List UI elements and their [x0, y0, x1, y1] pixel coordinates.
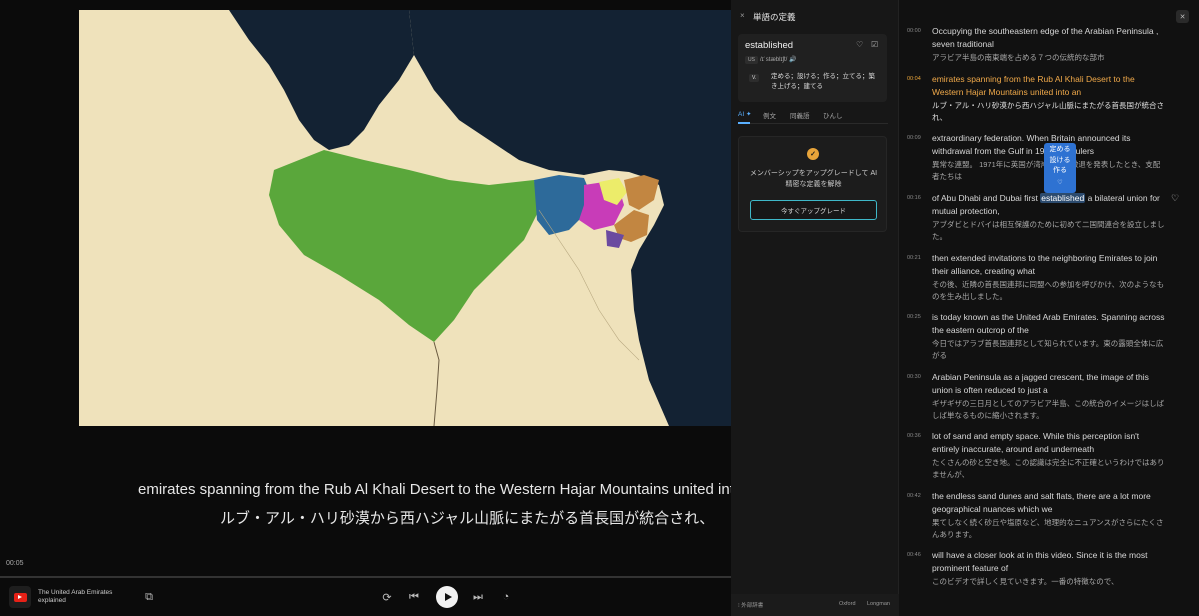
- oxford-link[interactable]: Oxford: [839, 601, 856, 607]
- video-player[interactable]: emirates spanning from the Rub Al Khali …: [0, 0, 731, 616]
- tab-ai[interactable]: AI ✦: [738, 110, 751, 118]
- transcript-panel: ✕ 00:00 Occupying the southeastern edge …: [899, 0, 1199, 616]
- timestamp[interactable]: 00:09: [907, 135, 921, 141]
- close-icon[interactable]: ×: [740, 11, 745, 20]
- definition: 定める；設ける；作る；立てる；築き上げる；建てる: [771, 73, 875, 90]
- definition-popup[interactable]: 定める 設ける 作る ♡: [1044, 143, 1076, 193]
- word-headword: established: [745, 40, 794, 51]
- subtitle-english[interactable]: emirates spanning from the Rub Al Khali …: [0, 481, 731, 498]
- timestamp[interactable]: 00:30: [907, 374, 921, 380]
- segment-japanese: ギザギザの三日月としてのアラビア半島、この統合のイメージはしばしば単なるものに縮…: [932, 399, 1165, 420]
- external-dictionary-link[interactable]: ⁝ 外部辞書: [738, 601, 763, 609]
- dictionary-title: 単語の定義: [753, 12, 796, 22]
- pronunciation[interactable]: /ɪˈstæblɪʃt/ 🔊: [760, 56, 796, 63]
- word-card: established ♡ ☑ US /ɪˈstæblɪʃt/ 🔊 V. 定める…: [738, 34, 887, 102]
- next-icon[interactable]: ⏭: [469, 588, 487, 606]
- upgrade-text: メンバーシップをアップグレードして AI 精密な定義を解除: [749, 170, 878, 188]
- play-icon[interactable]: [436, 586, 458, 608]
- segment-japanese: このビデオで詳しく見ていきます。一番の特徴なので、: [932, 577, 1119, 586]
- checkbox-icon[interactable]: ☑: [871, 40, 878, 49]
- dictionary-panel: × 単語の定義 established ♡ ☑ US /ɪˈstæblɪʃt/ …: [731, 0, 899, 616]
- tab-synonyms[interactable]: 同義語: [790, 110, 810, 120]
- definition-tabs: AI ✦ 例文 同義語 ひんし: [738, 108, 888, 124]
- segment-japanese: たくさんの砂と空き地。この認識は完全に不正確というわけではありませんが、: [932, 458, 1165, 479]
- close-icon[interactable]: ✕: [1176, 10, 1189, 23]
- loop-icon[interactable]: ⟳: [378, 588, 396, 606]
- timestamp[interactable]: 00:36: [907, 433, 921, 439]
- part-of-speech: V.: [749, 74, 760, 82]
- segment-english[interactable]: will have a closer look at in this video…: [932, 549, 1167, 574]
- highlighted-word[interactable]: established: [1040, 193, 1086, 203]
- heart-icon[interactable]: ♡: [856, 40, 863, 49]
- subtitle-japanese[interactable]: ルブ・アル・ハリ砂漠から西ハジャル山脈にまたがる首長国が統合され、: [220, 507, 714, 528]
- subtitle-area: emirates spanning from the Rub Al Khali …: [0, 470, 731, 530]
- segment-japanese: 果てしなく続く砂丘や塩原など、地理的なニュアンスがさらにたくさんあります。: [932, 518, 1164, 539]
- longman-link[interactable]: Longman: [867, 601, 890, 607]
- prev-icon[interactable]: ⏮: [405, 588, 423, 606]
- player-controls: The United Arab Emirates explained ⧉ ⟳ ⏮…: [0, 578, 731, 616]
- timestamp[interactable]: 00:04: [907, 76, 921, 82]
- segment-english[interactable]: lot of sand and empty space. While this …: [932, 430, 1167, 455]
- youtube-icon[interactable]: [9, 586, 31, 608]
- segment-english[interactable]: Arabian Peninsula as a jagged crescent, …: [932, 371, 1167, 396]
- popup-def: 作る: [1053, 167, 1067, 174]
- app-root: emirates spanning from the Rub Al Khali …: [0, 0, 1199, 616]
- tab-underline: [738, 122, 750, 124]
- region-tag: US: [745, 56, 758, 64]
- segment-japanese: アブダビとドバイは相互保護のために初めて二国間連合を設立しました。: [932, 220, 1165, 241]
- video-title: The United Arab Emirates explained: [38, 589, 113, 604]
- map-image: [79, 10, 731, 426]
- segment-english[interactable]: emirates spanning from the Rub Al Khali …: [932, 73, 1167, 98]
- video-frame-map: [79, 10, 731, 426]
- speed-icon[interactable]: ◔: [497, 588, 515, 606]
- upgrade-card: ✓ メンバーシップをアップグレードして AI 精密な定義を解除 今すぐアップグレ…: [738, 136, 887, 232]
- segment-english[interactable]: Occupying the southeastern edge of the A…: [932, 25, 1167, 50]
- segment-english[interactable]: is today known as the United Arab Emirat…: [932, 311, 1167, 336]
- tab-examples[interactable]: 例文: [763, 110, 776, 120]
- dictionary-footer: ⁝ 外部辞書 Oxford Longman: [731, 594, 899, 616]
- popup-def: 設ける: [1049, 156, 1071, 164]
- tab-pos[interactable]: ひんし: [823, 110, 843, 120]
- timestamp[interactable]: 00:00: [907, 28, 921, 34]
- segment-text-pre: of Abu Dhabi and Dubai first: [932, 193, 1041, 203]
- segment-english[interactable]: the endless sand dunes and salt flats, t…: [932, 490, 1167, 515]
- segment-japanese: アラビア半島の南東端を占める７つの伝統的な部市: [932, 53, 1105, 62]
- heart-icon[interactable]: ♡: [1044, 178, 1076, 189]
- external-icon[interactable]: ⧉: [140, 588, 158, 606]
- upgrade-button[interactable]: 今すぐアップグレード: [750, 200, 877, 220]
- timestamp[interactable]: 00:25: [907, 314, 921, 320]
- segment-japanese: 今日ではアラブ首長国連邦として知られています。東の露頭全体に広がる: [932, 339, 1164, 360]
- segment-english[interactable]: then extended invitations to the neighbo…: [932, 252, 1167, 277]
- timestamp[interactable]: 00:16: [907, 195, 921, 201]
- badge-icon: ✓: [807, 148, 819, 160]
- segment-english[interactable]: of Abu Dhabi and Dubai first established…: [932, 192, 1167, 217]
- heart-icon[interactable]: ♡: [1171, 193, 1179, 204]
- segment-japanese: ルブ・アル・ハリ砂漠から西ハジャル山脈にまたがる首長国が統合され、: [932, 101, 1165, 122]
- popup-def: 定める: [1049, 146, 1071, 153]
- timestamp[interactable]: 00:46: [907, 552, 921, 558]
- current-time: 00:05: [6, 560, 24, 567]
- timestamp[interactable]: 00:42: [907, 493, 921, 499]
- timestamp[interactable]: 00:21: [907, 255, 921, 261]
- segment-japanese: その後、近隣の首長国連邦に同盟への参加を呼びかけ、次のようなものを生み出しました…: [932, 280, 1165, 301]
